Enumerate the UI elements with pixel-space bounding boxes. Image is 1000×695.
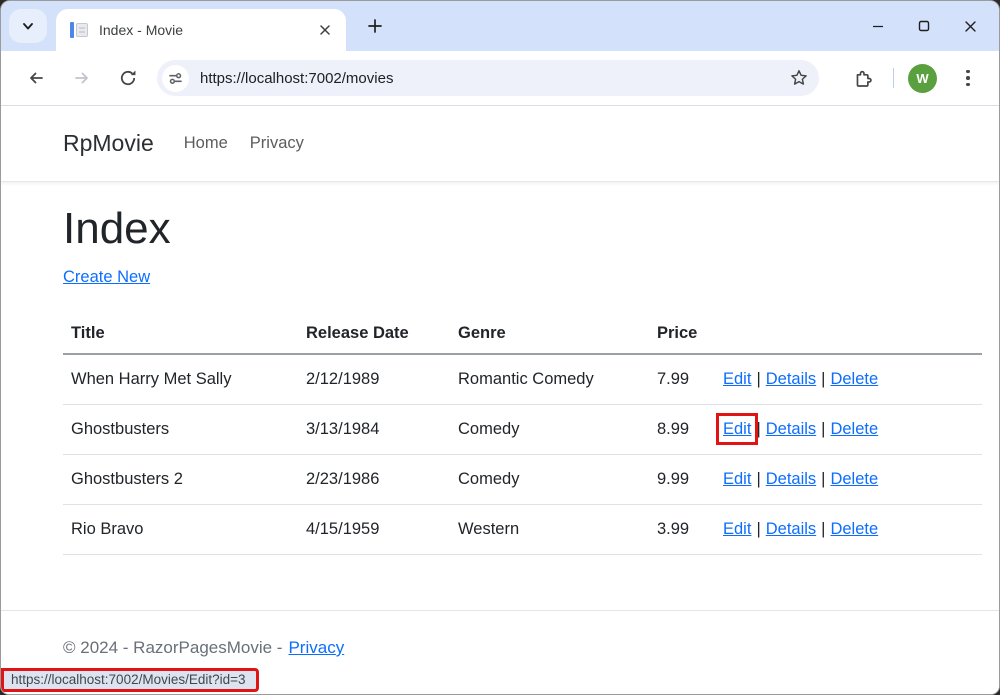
tab-close-icon[interactable] [314,19,336,41]
movie-title: Ghostbusters [63,405,298,455]
edit-link[interactable]: Edit [723,370,751,388]
back-arrow-icon [27,69,45,87]
action-separator: | [751,470,765,488]
reload-icon [119,69,137,87]
window-controls [855,1,999,51]
page-title: Index [63,204,982,254]
profile-avatar[interactable]: W [908,64,937,93]
back-button[interactable] [19,61,53,95]
movie-title: Ghostbusters 2 [63,455,298,505]
table-row: Ghostbusters 3/13/1984 Comedy 8.99 Edit|… [63,405,982,455]
column-header-genre: Genre [450,314,649,354]
toolbar-divider [893,68,894,88]
details-link[interactable]: Details [766,520,816,538]
table-row: When Harry Met Sally 2/12/1989 Romantic … [63,354,982,405]
browser-window: Index - Movie [0,0,1000,695]
navbar-brand[interactable]: RpMovie [63,130,154,157]
details-link[interactable]: Details [766,470,816,488]
edit-link-highlighted[interactable]: Edit [723,420,751,438]
movie-price: 8.99 [649,405,715,455]
tab-search-button[interactable] [9,9,47,43]
movie-genre: Romantic Comedy [450,354,649,405]
chevron-down-icon [20,18,36,34]
status-bar-link-preview: https://localhost:7002/Movies/Edit?id=3 [1,668,259,692]
delete-link[interactable]: Delete [830,420,878,438]
row-actions: Edit|Details|Delete [715,354,982,405]
table-row: Ghostbusters 2 2/23/1986 Comedy 9.99 Edi… [63,455,982,505]
three-dot-menu-icon [966,70,970,87]
tab-title: Index - Movie [99,22,314,38]
row-actions: Edit|Details|Delete [715,505,982,555]
details-link[interactable]: Details [766,370,816,388]
movie-genre: Western [450,505,649,555]
movie-release-date: 2/12/1989 [298,354,450,405]
status-bar-url: https://localhost:7002/Movies/Edit?id=3 [11,672,246,687]
tab-strip: Index - Movie [1,1,999,51]
site-navbar: RpMovie Home Privacy [1,106,999,182]
copyright-text: © 2024 - RazorPagesMovie - [63,638,282,657]
window-close-button[interactable] [947,1,993,51]
movie-price: 3.99 [649,505,715,555]
maximize-icon [917,19,931,33]
action-separator: | [816,370,830,388]
movie-genre: Comedy [450,455,649,505]
movie-release-date: 2/23/1986 [298,455,450,505]
browser-menu-button[interactable] [951,61,985,95]
bookmark-star-icon[interactable] [785,64,813,92]
table-header-row: Title Release Date Genre Price [63,314,982,354]
edit-link[interactable]: Edit [723,520,751,538]
nav-item-privacy[interactable]: Privacy [250,134,304,153]
action-separator: | [816,420,830,438]
new-tab-button[interactable] [360,11,390,41]
action-separator: | [816,470,830,488]
movie-title: When Harry Met Sally [63,354,298,405]
movie-genre: Comedy [450,405,649,455]
page-favicon-icon [70,21,89,39]
row-actions: Edit|Details|Delete [715,405,982,455]
movie-price: 7.99 [649,354,715,405]
delete-link[interactable]: Delete [830,520,878,538]
action-separator: | [751,420,765,438]
browser-toolbar: https://localhost:7002/movies W [1,51,999,106]
edit-link[interactable]: Edit [723,470,751,488]
column-header-release-date: Release Date [298,314,450,354]
url-text[interactable]: https://localhost:7002/movies [200,70,785,87]
plus-icon [367,18,383,34]
movie-release-date: 4/15/1959 [298,505,450,555]
create-new-link[interactable]: Create New [63,268,150,286]
column-header-price: Price [649,314,715,354]
puzzle-icon [853,69,872,88]
nav-item-home[interactable]: Home [184,134,228,153]
movies-table: Title Release Date Genre Price When Harr… [63,314,982,555]
window-maximize-button[interactable] [901,1,947,51]
extensions-button[interactable] [845,61,879,95]
movie-title: Rio Bravo [63,505,298,555]
movie-release-date: 3/13/1984 [298,405,450,455]
footer-privacy-link[interactable]: Privacy [288,638,344,657]
action-separator: | [751,370,765,388]
address-bar[interactable]: https://localhost:7002/movies [157,60,819,96]
column-header-actions [715,314,982,354]
tune-icon [168,71,183,86]
minimize-icon [871,19,885,33]
action-separator: | [816,520,830,538]
close-icon [963,19,978,34]
table-row: Rio Bravo 4/15/1959 Western 3.99 Edit|De… [63,505,982,555]
page-viewport: RpMovie Home Privacy Index Create New Ti… [1,106,999,694]
forward-arrow-icon [73,69,91,87]
site-info-button[interactable] [162,65,189,92]
main-content: Index Create New Title Release Date Genr… [1,182,999,555]
delete-link[interactable]: Delete [830,470,878,488]
action-separator: | [751,520,765,538]
reload-button[interactable] [111,61,145,95]
row-actions: Edit|Details|Delete [715,455,982,505]
delete-link[interactable]: Delete [830,370,878,388]
browser-tab[interactable]: Index - Movie [56,9,346,51]
column-header-title: Title [63,314,298,354]
forward-button[interactable] [65,61,99,95]
movie-price: 9.99 [649,455,715,505]
details-link[interactable]: Details [766,420,816,438]
window-minimize-button[interactable] [855,1,901,51]
